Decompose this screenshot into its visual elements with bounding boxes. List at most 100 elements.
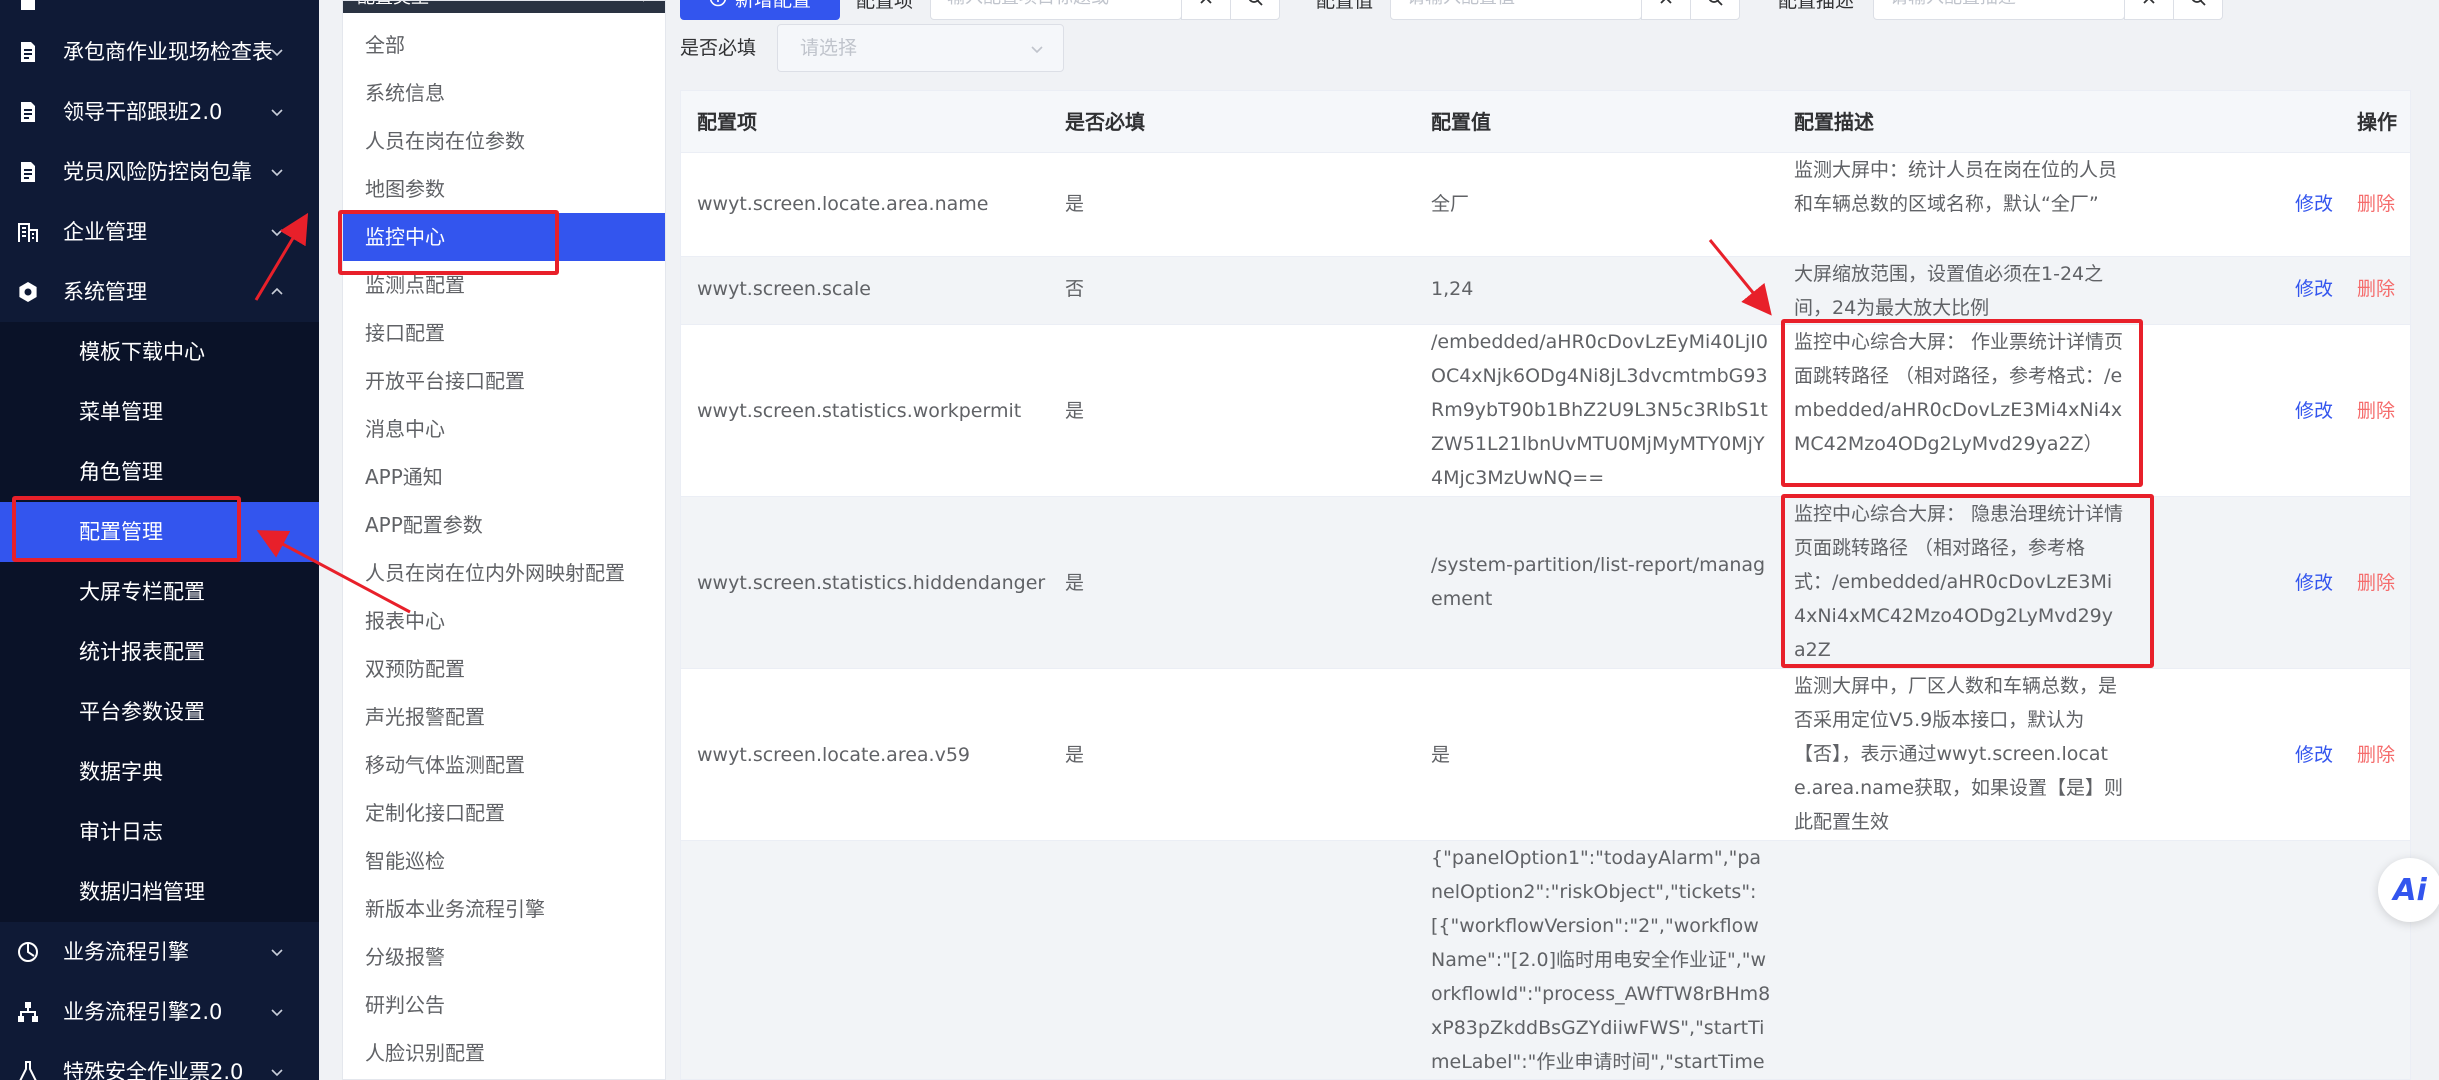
search-icon xyxy=(1248,0,1263,6)
config-item-label: 配置项 xyxy=(856,0,914,12)
category-item-map-params[interactable]: 地图参数 xyxy=(343,165,665,213)
sidebar-subitem-menu[interactable]: 菜单管理 xyxy=(0,382,319,442)
delete-button[interactable]: 删除 xyxy=(2357,566,2395,600)
clear-item-button[interactable] xyxy=(1181,0,1231,20)
plus-circle-icon xyxy=(709,0,727,7)
cell-config-value: /embedded/aHR0cDovLzEyMi40LjI0OC4xNjk6OD… xyxy=(1431,331,1768,489)
sidebar-subitem-report-config[interactable]: 统计报表配置 xyxy=(0,622,319,682)
sidebar-subitem-dictionary[interactable]: 数据字典 xyxy=(0,742,319,802)
category-item-announcement[interactable]: 研判公告 xyxy=(343,981,665,1029)
category-item-graded-alarm[interactable]: 分级报警 xyxy=(343,933,665,981)
chevron-down-icon xyxy=(269,224,285,240)
category-item-custom-interface[interactable]: 定制化接口配置 xyxy=(343,789,665,837)
header-operations: 操作 xyxy=(2357,110,2397,134)
category-item-alarm[interactable]: 声光报警配置 xyxy=(343,693,665,741)
category-item-face-recognition[interactable]: 人脸识别配置 xyxy=(343,1029,665,1077)
edit-button[interactable]: 修改 xyxy=(2295,394,2333,428)
category-item-app-params[interactable]: APP配置参数 xyxy=(343,501,665,549)
sidebar-subitem-label: 菜单管理 xyxy=(79,400,163,424)
sidebar-item-system[interactable]: 系统管理 xyxy=(0,262,319,322)
delete-button[interactable]: 删除 xyxy=(2357,738,2395,772)
delete-button[interactable]: 删除 xyxy=(2357,187,2395,221)
category-item-dual-prevention[interactable]: 双预防配置 xyxy=(343,645,665,693)
sidebar-subitem-role[interactable]: 角色管理 xyxy=(0,442,319,502)
cell-required: 是 xyxy=(1065,193,1085,215)
search-desc-button[interactable] xyxy=(2173,0,2223,20)
ai-assistant-button[interactable]: Ai xyxy=(2378,858,2439,922)
table-row: wwyt.screen.scale 否 1,24 大屏缩放范围，设置值必须在1-… xyxy=(681,257,2410,325)
chevron-down-icon xyxy=(1031,46,1043,54)
category-item-app-notice[interactable]: APP通知 xyxy=(343,453,665,501)
category-item-system-info[interactable]: 系统信息 xyxy=(343,69,665,117)
sidebar-item-party-risk[interactable]: 党员风险防控岗包靠 xyxy=(0,142,319,202)
search-value-button[interactable] xyxy=(1690,0,1740,20)
config-desc-placeholder: 请输入配置描述 xyxy=(1890,0,2016,19)
sidebar-subitem-template-download[interactable]: 模板下载中心 xyxy=(0,322,319,382)
sidebar-item-special-permit[interactable]: 特殊安全作业票2.0 xyxy=(0,1042,319,1080)
document-icon xyxy=(16,100,40,124)
clear-desc-button[interactable] xyxy=(2124,0,2174,20)
sidebar-subitem-data-archive[interactable]: 数据归档管理 xyxy=(0,862,319,922)
app-root: 承包商作业现场检查表 领导干部跟班2.0 党员风险防控岗包靠 企业管理 系统管理… xyxy=(0,0,2439,1080)
chevron-down-icon xyxy=(269,44,285,60)
category-item-new-workflow[interactable]: 新版本业务流程引擎 xyxy=(343,885,665,933)
edit-button[interactable]: 修改 xyxy=(2295,187,2333,221)
search-icon xyxy=(1708,0,1723,6)
building-icon xyxy=(16,220,40,244)
cell-required: 否 xyxy=(1065,278,1085,300)
cell-config-desc: 监测大屏中：统计人员在岗在位的人员和车辆总数的区域名称，默认“全厂” xyxy=(1794,159,2118,215)
add-config-button[interactable]: 新增配置 xyxy=(680,0,840,20)
sidebar-item-workflow-2[interactable]: 业务流程引擎2.0 xyxy=(0,982,319,1042)
sidebar-subitem-audit-log[interactable]: 审计日志 xyxy=(0,802,319,862)
search-icon xyxy=(2191,0,2206,6)
edit-button[interactable]: 修改 xyxy=(2295,272,2333,306)
config-category-panel: 配置类型 全部 系统信息 人员在岗在位参数 地图参数 监控中心 监测点配置 接口… xyxy=(342,0,666,1080)
category-item-network-mapping[interactable]: 人员在岗在位内外网映射配置 xyxy=(343,549,665,597)
edit-button[interactable]: 修改 xyxy=(2295,566,2333,600)
chevron-down-icon xyxy=(269,1064,285,1080)
annotation-box-category xyxy=(338,210,559,275)
sidebar-subitem-label: 数据字典 xyxy=(79,760,163,784)
cell-config-value: /system-partition/list-report/management xyxy=(1431,554,1766,610)
clear-value-button[interactable] xyxy=(1641,0,1691,20)
category-item-open-platform[interactable]: 开放平台接口配置 xyxy=(343,357,665,405)
config-desc-label: 配置描述 xyxy=(1778,0,1855,12)
config-value-label: 配置值 xyxy=(1316,0,1374,12)
sidebar-subitem-platform-params[interactable]: 平台参数设置 xyxy=(0,682,319,742)
collapse-icon[interactable] xyxy=(639,1,655,5)
category-item-gas-monitor[interactable]: 移动气体监测配置 xyxy=(343,741,665,789)
sidebar-item-label: 系统管理 xyxy=(63,280,147,304)
delete-button[interactable]: 删除 xyxy=(2357,394,2395,428)
cell-config-value: 是 xyxy=(1431,744,1451,766)
cell-config-item: wwyt.screen.statistics.workpermit xyxy=(697,400,1022,422)
category-item-message-center[interactable]: 消息中心 xyxy=(343,405,665,453)
required-select[interactable]: 请选择 xyxy=(777,24,1064,72)
sidebar-subitem-label: 模板下载中心 xyxy=(79,340,205,364)
sidebar-item-leader-duty[interactable]: 领导干部跟班2.0 xyxy=(0,82,319,142)
cell-required: 是 xyxy=(1065,572,1085,594)
category-item-interface[interactable]: 接口配置 xyxy=(343,309,665,357)
cell-config-value: {"panelOption1":"todayAlarm","panelOptio… xyxy=(1431,847,1771,1073)
sidebar-item-label: 企业管理 xyxy=(63,220,147,244)
flask-icon xyxy=(16,1060,40,1080)
sidebar-subitem-screen-column[interactable]: 大屏专栏配置 xyxy=(0,562,319,622)
config-desc-input[interactable]: 请输入配置描述 xyxy=(1873,0,2125,20)
category-item-all[interactable]: 全部 xyxy=(343,21,665,69)
category-item-smart-inspection[interactable]: 智能巡检 xyxy=(343,837,665,885)
sidebar-item-contractor-check[interactable]: 承包商作业现场检查表 xyxy=(0,22,319,82)
category-item-report-center[interactable]: 报表中心 xyxy=(343,597,665,645)
cell-config-item: wwyt.screen.locate.area.v59 xyxy=(697,744,971,766)
sidebar-item-enterprise[interactable]: 企业管理 xyxy=(0,202,319,262)
document-icon xyxy=(16,0,40,12)
edit-button[interactable]: 修改 xyxy=(2295,738,2333,772)
search-item-button[interactable] xyxy=(1230,0,1280,20)
chevron-down-icon xyxy=(269,944,285,960)
table-row: wwyt.screen.locate.area.v59 是 是 监测大屏中，厂区… xyxy=(681,669,2410,841)
category-panel-title: 配置类型 xyxy=(357,1,429,13)
category-item-personnel-params[interactable]: 人员在岗在位参数 xyxy=(343,117,665,165)
config-item-input[interactable]: 输入配置项目标题或 xyxy=(930,0,1182,20)
config-value-input[interactable]: 请输入配置值 xyxy=(1390,0,1642,20)
cell-config-item: wwyt.screen.locate.area.name xyxy=(697,193,989,215)
delete-button[interactable]: 删除 xyxy=(2357,272,2395,306)
sidebar-item-workflow[interactable]: 业务流程引擎 xyxy=(0,922,319,982)
